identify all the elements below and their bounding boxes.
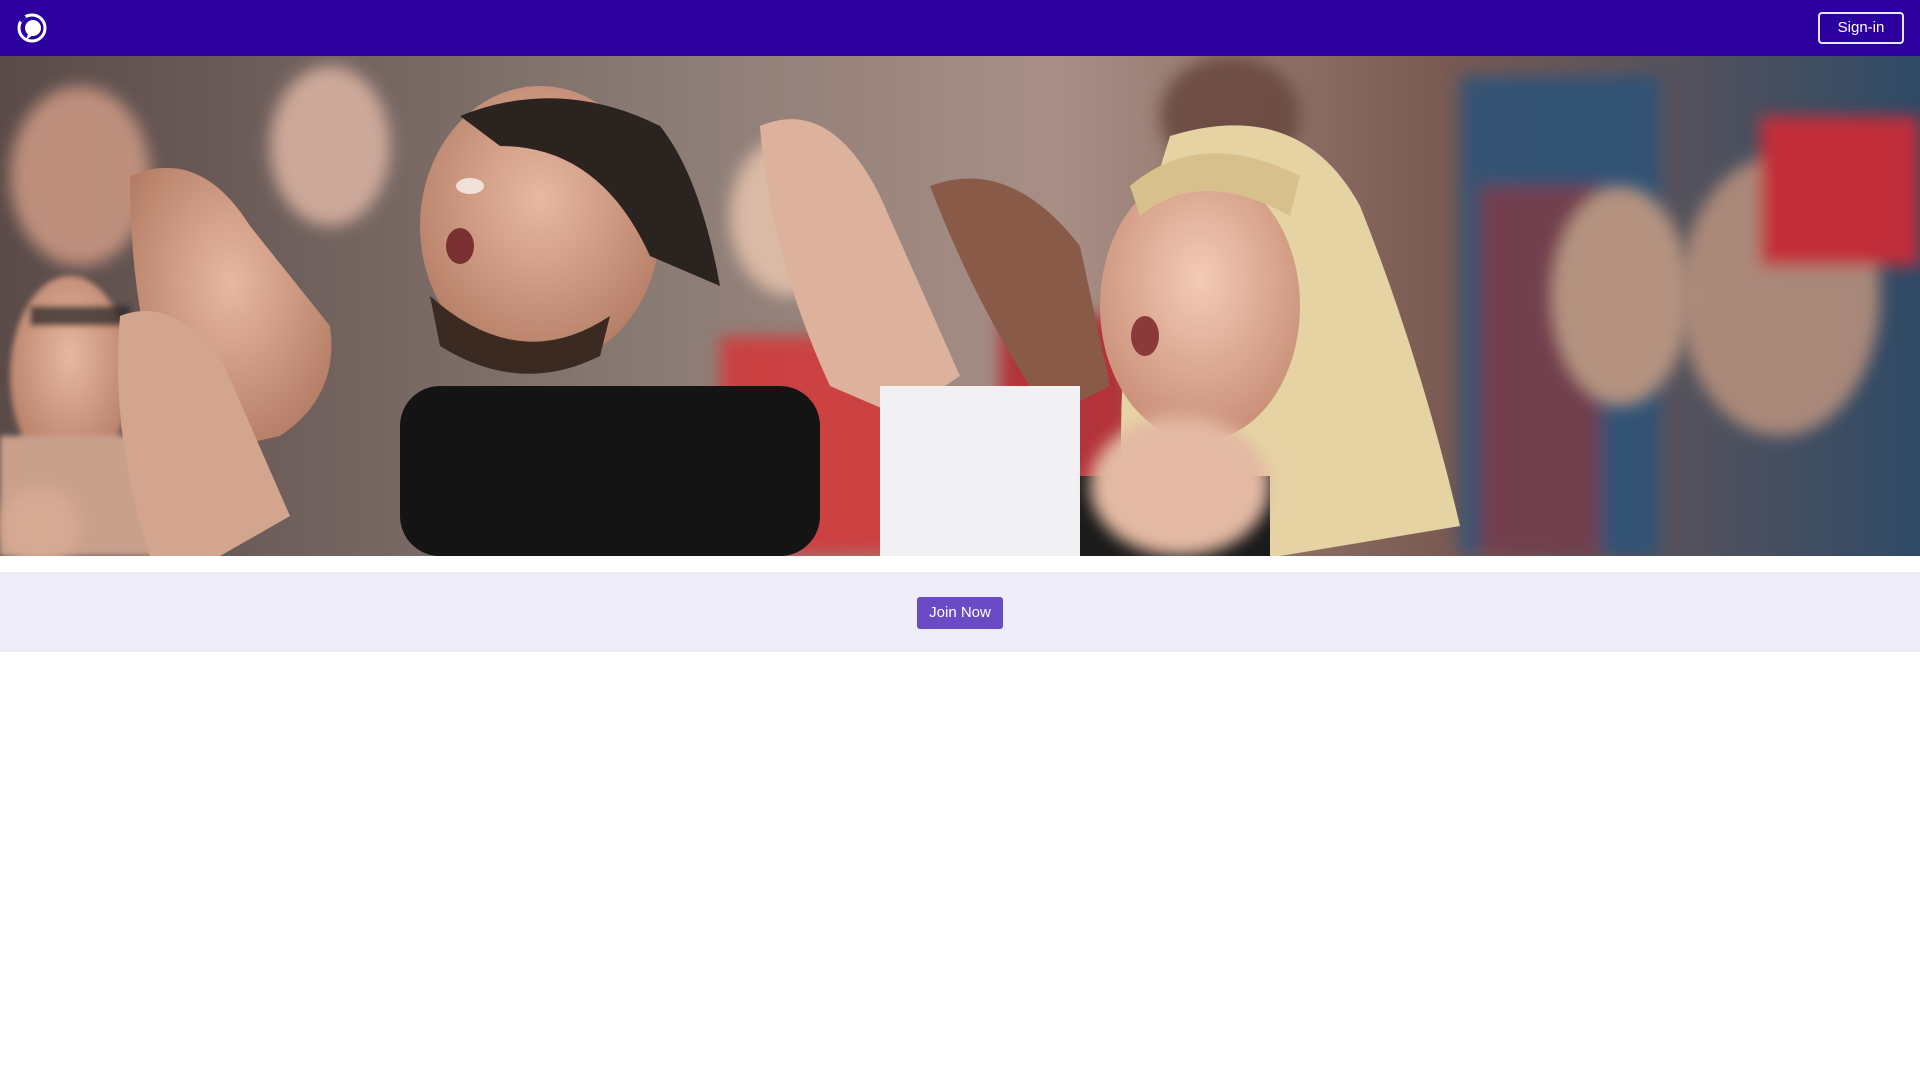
hero-crowd-image xyxy=(0,56,1920,556)
chat-bubble-logo-icon[interactable] xyxy=(16,12,48,44)
join-now-button[interactable]: Join Now xyxy=(917,597,1003,629)
top-navigation-bar: Sign-in xyxy=(0,0,1920,56)
section-divider xyxy=(0,556,1920,572)
sign-in-button[interactable]: Sign-in xyxy=(1818,12,1904,44)
cta-band: Join Now xyxy=(0,572,1920,652)
